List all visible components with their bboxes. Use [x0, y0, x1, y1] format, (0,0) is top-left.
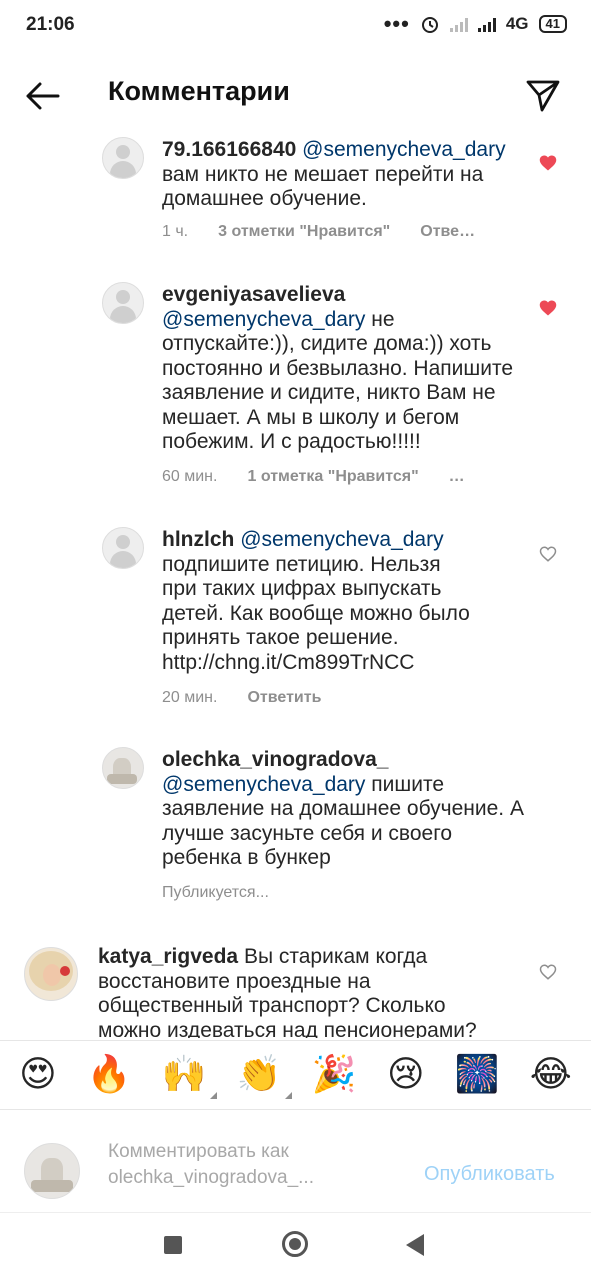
avatar[interactable] [102, 137, 144, 179]
comment-mention[interactable]: @semenycheva_dary [240, 528, 443, 551]
signal-faint-icon [449, 16, 468, 32]
reply-button[interactable]: Отве… [420, 223, 475, 241]
status-time: 21:06 [26, 14, 75, 35]
more-options-button[interactable]: … [449, 468, 465, 486]
avatar[interactable] [24, 947, 78, 1001]
laughing-emoji[interactable]: 😂 [530, 1055, 572, 1095]
avatar[interactable] [102, 282, 144, 324]
comment-input[interactable]: Комментировать как olechka_vinogradova_.… [108, 1139, 408, 1191]
fire-emoji[interactable]: 🔥 [87, 1055, 132, 1095]
comment-mention[interactable]: @semenycheva_dary [162, 308, 365, 331]
comment-meta: Публикуется... [162, 884, 269, 902]
home-icon[interactable] [282, 1231, 308, 1257]
battery-icon: 41 [538, 15, 567, 33]
status-icons: ••• 4G 41 [383, 11, 567, 36]
comment-text: 79.166166840 @semenycheva_dary вам никто… [162, 138, 514, 212]
comment-time: 60 мин. [162, 468, 218, 485]
comment-text: olechka_vinogradova_ @semenycheva_dary п… [162, 748, 532, 871]
raised-hands-glyph: 🙌 [161, 1054, 207, 1095]
raised-hands-emoji[interactable]: 🙌 [161, 1054, 217, 1099]
comment-body: вам никто не мешает перейти на домашнее … [162, 162, 484, 211]
comment-item: katya_rigveda Вы старикам когда восстано… [0, 943, 591, 1038]
comment-meta: 20 мин. Ответить [162, 689, 321, 707]
network-type: 4G [505, 14, 529, 33]
posting-status: Публикуется... [162, 884, 269, 901]
heart-eyes-emoji[interactable]: 😍 [19, 1055, 57, 1095]
comment-meta: 60 мин. 1 отметка "Нравится" … [162, 468, 465, 486]
comment-username[interactable]: olechka_vinogradova_ [162, 748, 388, 771]
more-notifications-icon: ••• [383, 11, 410, 36]
composer-avatar [24, 1143, 80, 1199]
comment-username[interactable]: evgeniyasavelieva [162, 283, 345, 306]
likes-count[interactable]: 1 отметка "Нравится" [247, 468, 418, 486]
comment-time: 1 ч. [162, 223, 189, 240]
page-title: Комментарии [108, 76, 290, 106]
heart-outline-icon[interactable] [539, 545, 557, 563]
comment-username[interactable]: hlnzlch [162, 528, 234, 551]
comment-text: katya_rigveda Вы старикам когда восстано… [98, 945, 498, 1038]
comment-text: evgeniyasavelieva @semenycheva_dary не о… [162, 283, 514, 455]
alarm-icon [421, 17, 438, 33]
reply-button[interactable]: Ответить [247, 689, 321, 707]
comment-text: hlnzlch @semenycheva_dary подпишите пети… [162, 528, 472, 675]
comment-time: 20 мин. [162, 689, 218, 706]
back-arrow-icon[interactable] [22, 76, 62, 116]
send-direct-icon[interactable] [524, 76, 562, 114]
heart-outline-icon[interactable] [539, 963, 557, 981]
party-popper-emoji[interactable]: 🎉 [312, 1055, 357, 1095]
heart-filled-icon[interactable] [539, 154, 557, 172]
clap-glyph: 👏 [236, 1054, 282, 1095]
comment-body: подпишите петицию. Нельзя при таких цифр… [162, 552, 470, 674]
comment-username[interactable]: katya_rigveda [98, 945, 238, 968]
publish-button[interactable]: Опубликовать [424, 1163, 555, 1186]
comment-mention[interactable]: @semenycheva_dary [302, 138, 505, 161]
recents-icon[interactable] [164, 1236, 182, 1254]
back-nav-icon[interactable] [406, 1234, 424, 1256]
heart-filled-icon[interactable] [539, 299, 557, 317]
clap-emoji[interactable]: 👏 [236, 1054, 292, 1099]
emoji-quick-bar: 😍 🔥 🙌 👏 🎉 😢 🎆 😂 [0, 1040, 591, 1110]
avatar[interactable] [102, 527, 144, 569]
likes-count[interactable]: 3 отметки "Нравится" [218, 223, 390, 241]
comment-username[interactable]: 79.166166840 [162, 138, 296, 161]
avatar[interactable] [102, 747, 144, 789]
comment-meta: 1 ч. 3 отметки "Нравится" Отве… [162, 223, 475, 241]
fireworks-emoji[interactable]: 🎆 [455, 1055, 500, 1095]
crying-face-emoji[interactable]: 😢 [387, 1055, 425, 1095]
comment-mention[interactable]: @semenycheva_dary [162, 773, 365, 796]
signal-icon [477, 16, 496, 32]
